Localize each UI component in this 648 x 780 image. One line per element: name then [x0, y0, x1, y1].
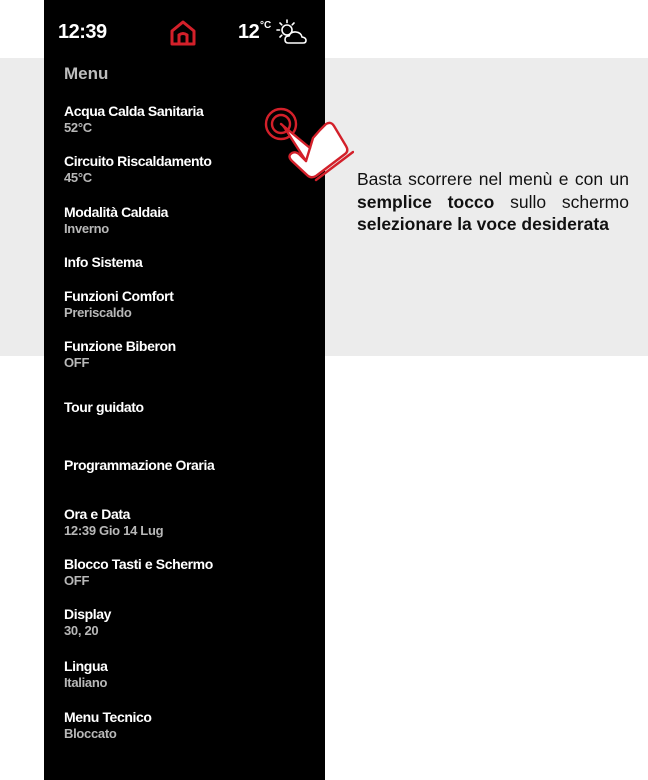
menu-item-menu-tecnico[interactable]: Menu Tecnico Bloccato: [64, 709, 314, 741]
menu-item-tour-guidato[interactable]: Tour guidato: [64, 399, 314, 416]
menu-item-label: Ora e Data: [64, 506, 131, 522]
menu-item-label: Modalità Caldaia: [64, 204, 169, 220]
menu-item-label: Display: [64, 606, 111, 622]
menu-item-label: Programmazione Oraria: [64, 457, 215, 473]
temperature-unit: °C: [260, 20, 272, 31]
tap-hand-icon: [264, 107, 354, 182]
temperature: 12: [238, 21, 260, 43]
menu-item-label: Blocco Tasti e Schermo: [64, 556, 213, 572]
menu-item-value: 30, 20: [64, 623, 99, 638]
menu-item-value: Italiano: [64, 675, 108, 690]
caption-part2: sullo schermo: [494, 191, 629, 212]
menu-item-blocco-tasti-e-schermo[interactable]: Blocco Tasti e Schermo OFF: [64, 556, 314, 588]
menu-item-label: Funzione Biberon: [64, 338, 176, 354]
menu-item-funzione-biberon[interactable]: Funzione Biberon OFF: [64, 338, 314, 370]
menu-item-value: 12:39 Gio 14 Lug: [64, 523, 164, 538]
menu-item-label: Tour guidato: [64, 399, 144, 415]
menu-title: Menu: [64, 64, 109, 83]
menu-item-modalita-caldaia[interactable]: Modalità Caldaia Inverno: [64, 204, 314, 236]
menu-item-funzioni-comfort[interactable]: Funzioni Comfort Preriscaldo: [64, 288, 314, 320]
menu-item-value: Bloccato: [64, 726, 117, 741]
menu-item-value: OFF: [64, 573, 90, 588]
menu-item-label: Lingua: [64, 658, 108, 674]
caption-text: Basta scorrere nel menù e con un semplic…: [357, 168, 629, 236]
sun-behind-cloud-icon: [276, 19, 307, 44]
home-icon[interactable]: [168, 18, 198, 48]
menu-item-label: Info Sistema: [64, 254, 143, 270]
menu-item-value: Preriscaldo: [64, 305, 132, 320]
menu-item-label: Menu Tecnico: [64, 709, 152, 725]
menu-item-info-sistema[interactable]: Info Sistema: [64, 254, 314, 271]
menu-item-value: Inverno: [64, 221, 109, 236]
menu-item-label: Funzioni Comfort: [64, 288, 174, 304]
menu-item-lingua[interactable]: Lingua Italiano: [64, 658, 314, 690]
menu-item-display[interactable]: Display 30, 20: [64, 606, 314, 638]
clock: 12:39: [58, 21, 107, 43]
status-bar: 12:39 12 °C: [44, 0, 325, 56]
menu-item-value: OFF: [64, 355, 90, 370]
menu-item-programmazione-oraria[interactable]: Programmazione Oraria: [64, 457, 314, 474]
caption-part1: Basta scorrere nel menù e con un: [357, 169, 629, 189]
caption-bold2: selezionare la voce desiderata: [357, 214, 609, 234]
caption-bold1: semplice tocco: [357, 191, 495, 212]
menu-item-ora-e-data[interactable]: Ora e Data 12:39 Gio 14 Lug: [64, 506, 314, 538]
